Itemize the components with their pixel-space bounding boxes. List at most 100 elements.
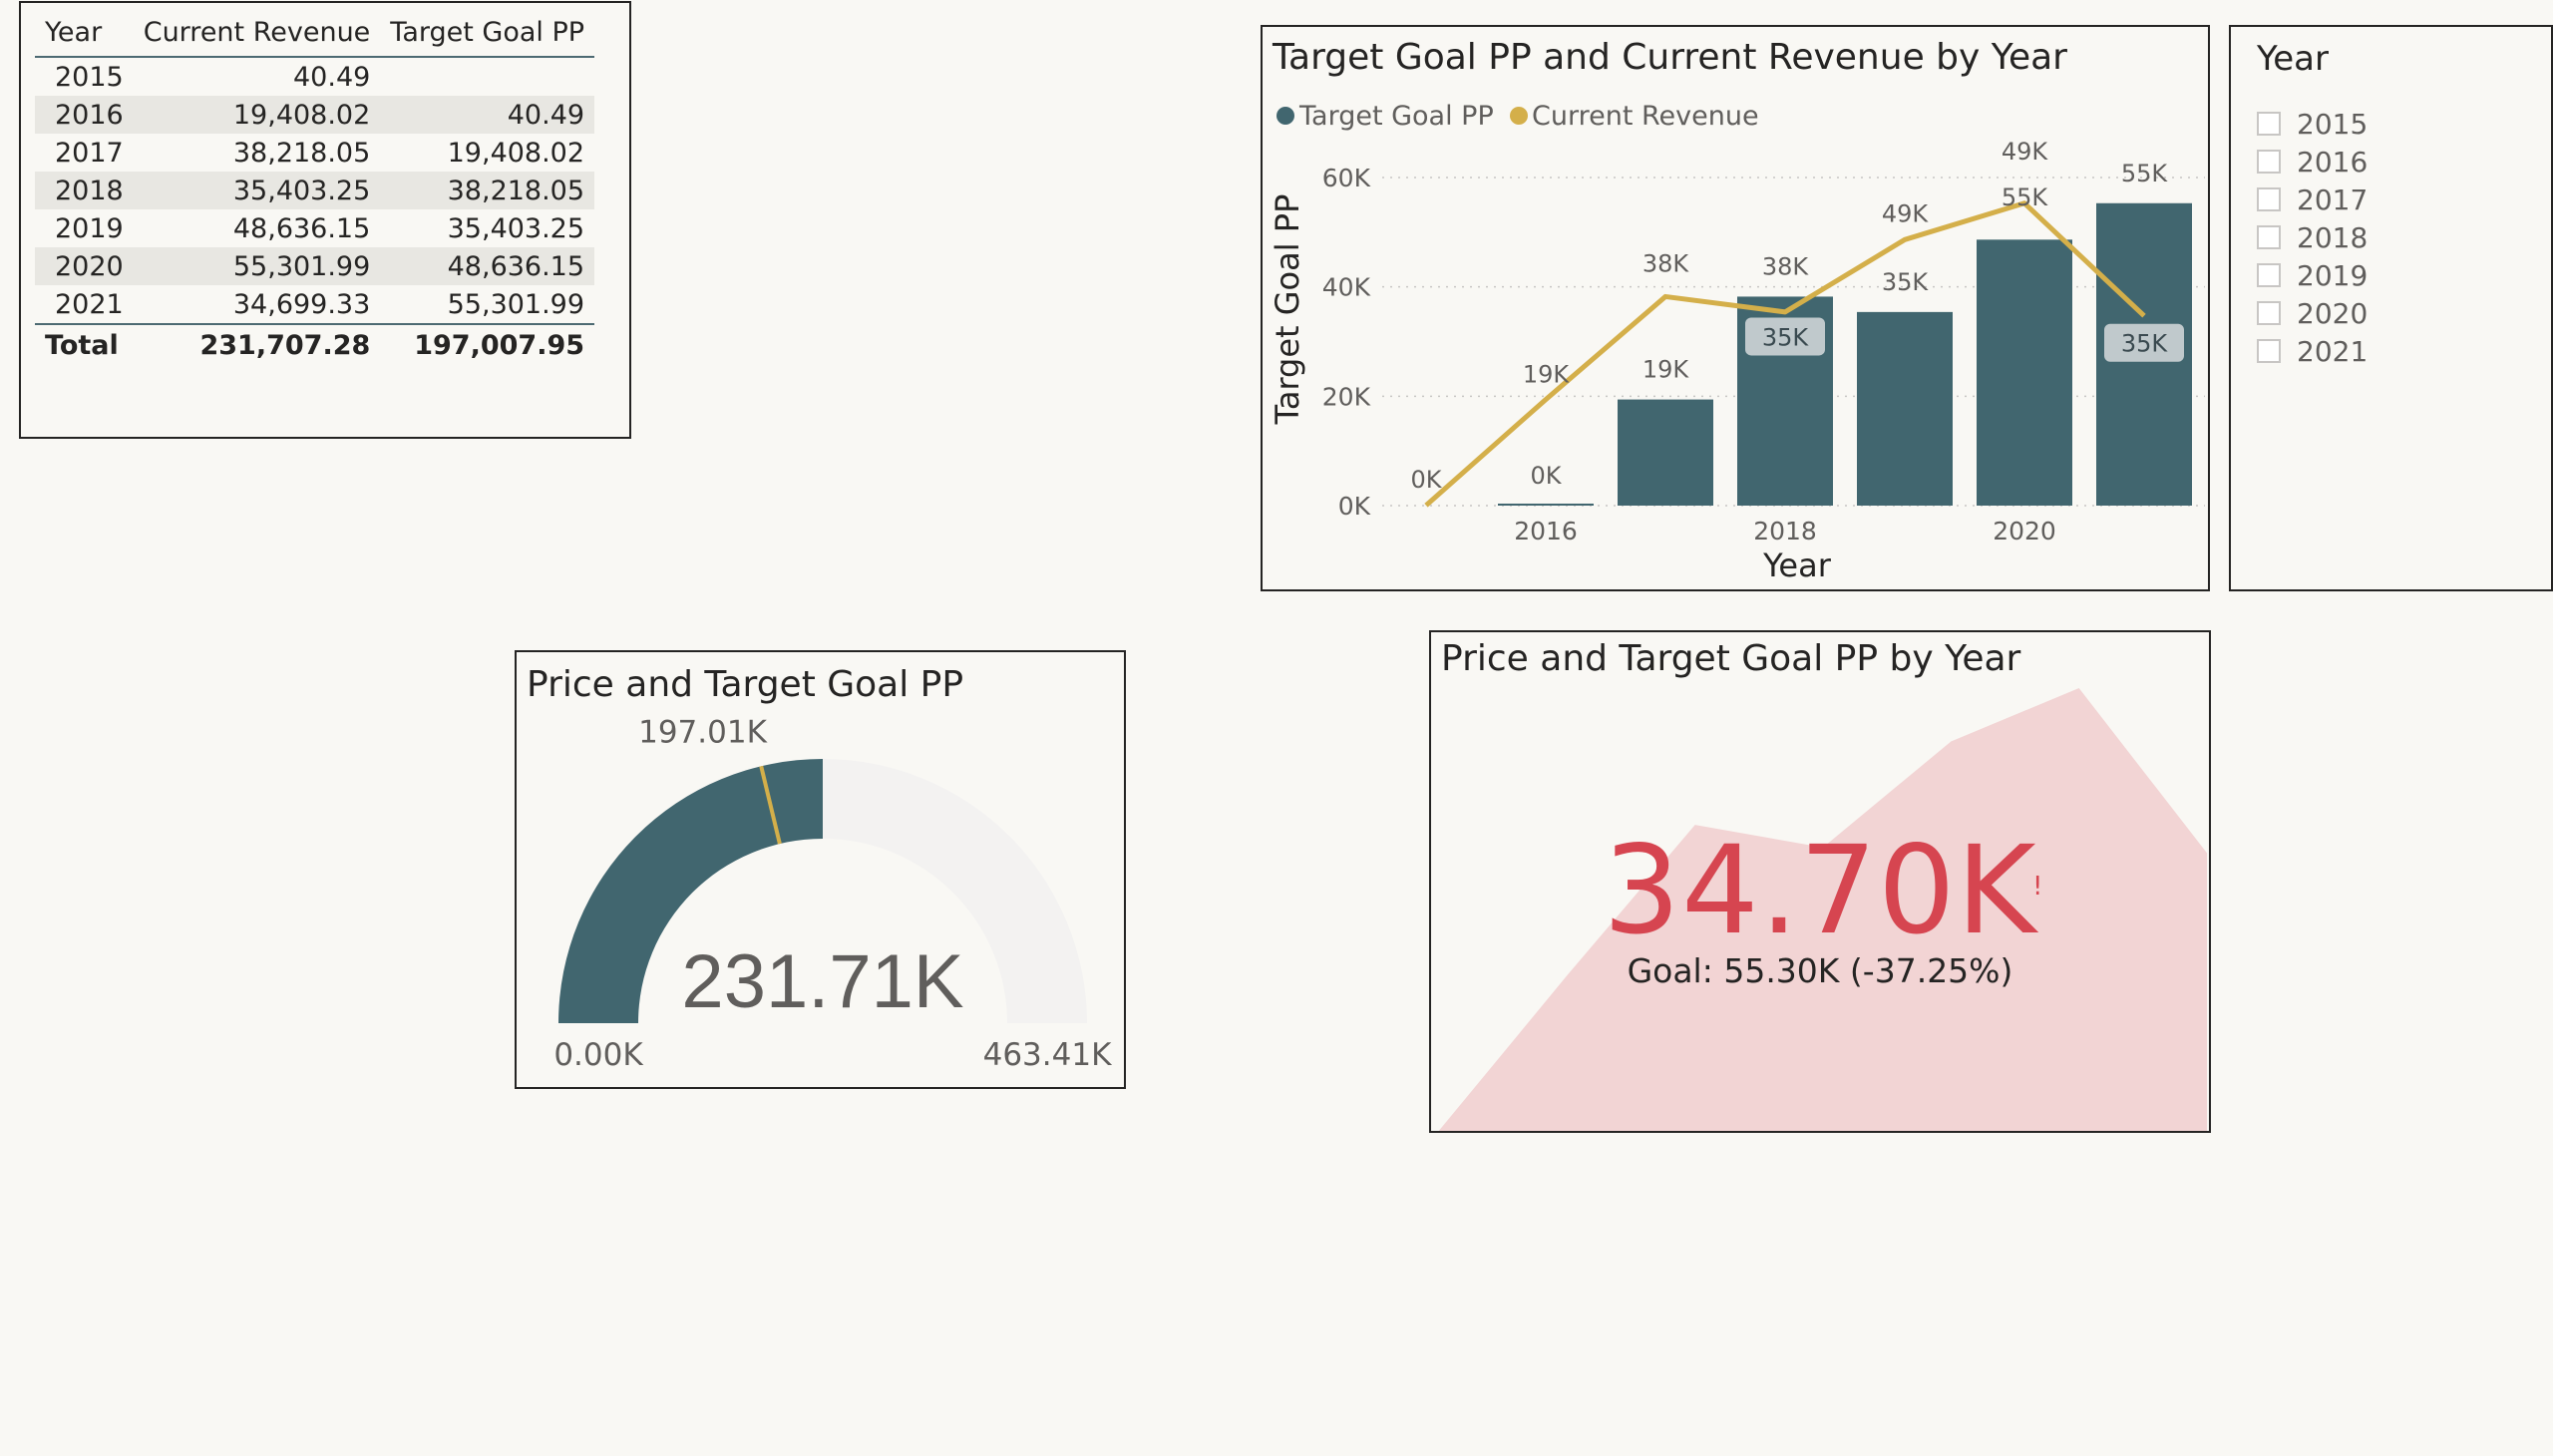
line-data-label: 49K bbox=[1882, 199, 1930, 227]
line-data-label: 38K bbox=[1642, 249, 1690, 277]
checkbox-icon[interactable] bbox=[2257, 187, 2281, 211]
gauge-title: Price and Target Goal PP bbox=[527, 664, 963, 705]
x-tick-label: 2018 bbox=[1753, 517, 1817, 546]
bar-2020[interactable] bbox=[1977, 239, 2072, 507]
table-cell: 2021 bbox=[55, 288, 124, 320]
table-cell: 35,403.25 bbox=[447, 212, 585, 244]
slicer-item-2017[interactable]: 2017 bbox=[2257, 182, 2368, 216]
table-cell: 2015 bbox=[55, 61, 124, 93]
table-row[interactable]: 2018 35,403.25 38,218.05 bbox=[35, 172, 595, 209]
table-cell: 40.49 bbox=[293, 61, 371, 93]
bar-data-label: 0K bbox=[1530, 462, 1562, 490]
x-tick-label: 2016 bbox=[1514, 517, 1578, 546]
slicer-item-2018[interactable]: 2018 bbox=[2257, 220, 2368, 254]
bar-data-label: 19K bbox=[1642, 356, 1690, 384]
table-cell: 48,636.15 bbox=[380, 247, 595, 285]
revenue-table: Year Current Revenue Target Goal PP 2015… bbox=[35, 11, 595, 364]
bar-data-label: 38K bbox=[1762, 252, 1810, 280]
table-cell: 55,301.99 bbox=[133, 247, 381, 285]
slicer-title: Year bbox=[2257, 39, 2329, 79]
slicer-item-label: 2021 bbox=[2297, 334, 2369, 368]
bar-2017[interactable] bbox=[1618, 399, 1713, 506]
gauge-max-label: 463.41K bbox=[983, 1037, 1112, 1073]
checkbox-icon[interactable] bbox=[2257, 263, 2281, 287]
kpi-title: Price and Target Goal PP by Year bbox=[1441, 638, 2021, 679]
slicer-item-label: 2020 bbox=[2297, 296, 2369, 330]
bar-data-label: 55K bbox=[2121, 160, 2169, 187]
kpi-visual: Price and Target Goal PP by Year 34.70K … bbox=[1429, 630, 2211, 1133]
gauge-target-label: 197.01K bbox=[638, 715, 767, 751]
combo-chart: Target Goal PP and Current Revenue by Ye… bbox=[1269, 37, 2205, 584]
slicer-item-2015[interactable]: 2015 bbox=[2257, 107, 2368, 141]
slicer-item-label: 2016 bbox=[2297, 145, 2369, 179]
slicer-item-2021[interactable]: 2021 bbox=[2257, 334, 2368, 368]
slicer-item-2019[interactable]: 2019 bbox=[2257, 258, 2368, 292]
table-header-row: Year Current Revenue Target Goal PP bbox=[35, 11, 595, 58]
checkbox-icon[interactable] bbox=[2257, 225, 2281, 249]
table-cell: 38,218.05 bbox=[232, 137, 371, 169]
table-cell: 38,218.05 bbox=[380, 172, 595, 209]
kpi-value: 34.70K bbox=[1603, 820, 2037, 961]
table-row[interactable]: 2016 19,408.02 40.49 bbox=[35, 96, 595, 134]
table-cell: 19,408.02 bbox=[447, 137, 585, 169]
kpi-warning-indicator: ! bbox=[2032, 872, 2043, 902]
table-row[interactable]: 2019 48,636.15 35,403.25 bbox=[35, 209, 594, 247]
table-cell: 35,403.25 bbox=[133, 172, 381, 209]
table-total-cell: 197,007.95 bbox=[380, 323, 595, 364]
year-slicer: Year 2015 2016 2017 2018 2019 2020 2021 bbox=[2229, 25, 2553, 591]
checkbox-icon[interactable] bbox=[2257, 339, 2281, 363]
slicer-item-label: 2015 bbox=[2297, 107, 2369, 141]
combo-chart-visual: Target Goal PP and Current Revenue by Ye… bbox=[1261, 25, 2210, 591]
gauge-min-label: 0.00K bbox=[553, 1037, 643, 1073]
y-tick-label: 40K bbox=[1322, 273, 1371, 302]
line-data-label: 19K bbox=[1523, 361, 1571, 389]
line-data-label: 55K bbox=[2002, 183, 2049, 211]
bar-data-label: 49K bbox=[2002, 138, 2049, 166]
column-header-year[interactable]: Year bbox=[35, 11, 134, 58]
table-row[interactable]: 2015 40.49 bbox=[35, 57, 594, 96]
y-tick-label: 20K bbox=[1322, 382, 1371, 411]
column-header-current-revenue[interactable]: Current Revenue bbox=[133, 11, 381, 58]
table-row[interactable]: 2017 38,218.05 19,408.02 bbox=[35, 134, 594, 172]
table-cell: 34,699.33 bbox=[232, 288, 371, 320]
table-cell bbox=[380, 57, 594, 96]
checkbox-icon[interactable] bbox=[2257, 112, 2281, 136]
y-axis-title: Target Goal PP bbox=[1269, 194, 1306, 426]
line-data-label-box: 35K bbox=[1745, 317, 1825, 356]
legend-marker-current-revenue bbox=[1510, 107, 1528, 125]
line-data-label: 35K bbox=[1762, 323, 1810, 351]
legend-label-current-revenue[interactable]: Current Revenue bbox=[1532, 101, 1759, 132]
slicer-item-2020[interactable]: 2020 bbox=[2257, 296, 2368, 330]
slicer-item-label: 2017 bbox=[2297, 182, 2369, 216]
table-cell: 55,301.99 bbox=[447, 288, 585, 320]
slicer-item-label: 2018 bbox=[2297, 220, 2369, 254]
gauge-visual: Price and Target Goal PP 197.01K 231.71K… bbox=[515, 650, 1126, 1089]
table-row[interactable]: 2021 34,699.33 55,301.99 bbox=[35, 285, 594, 324]
revenue-table-visual: Year Current Revenue Target Goal PP 2015… bbox=[19, 1, 631, 439]
table-total-cell: 231,707.28 bbox=[133, 323, 381, 364]
checkbox-icon[interactable] bbox=[2257, 150, 2281, 174]
table-total-cell: Total bbox=[35, 323, 134, 364]
slicer-item-2016[interactable]: 2016 bbox=[2257, 145, 2368, 179]
line-data-label-box: 35K bbox=[2104, 323, 2184, 362]
bar-data-label: 35K bbox=[1882, 268, 1930, 296]
bar-2019[interactable] bbox=[1857, 311, 1953, 506]
legend-marker-target-goal-pp bbox=[1276, 107, 1294, 125]
y-tick-label: 60K bbox=[1322, 164, 1371, 192]
bar-2016[interactable] bbox=[1498, 504, 1594, 506]
column-header-target-goal-pp[interactable]: Target Goal PP bbox=[380, 11, 595, 58]
gauge-chart: Price and Target Goal PP 197.01K 231.71K… bbox=[527, 664, 1112, 1073]
line-data-label: 0K bbox=[1410, 466, 1442, 494]
table-row[interactable]: 2020 55,301.99 48,636.15 bbox=[35, 247, 595, 285]
table-cell: 2018 bbox=[35, 172, 134, 209]
legend-label-target-goal-pp[interactable]: Target Goal PP bbox=[1298, 101, 1494, 132]
table-cell: 2017 bbox=[55, 137, 124, 169]
table-cell: 48,636.15 bbox=[232, 212, 371, 244]
table-cell: 40.49 bbox=[380, 96, 595, 134]
slicer-item-label: 2019 bbox=[2297, 258, 2369, 292]
gauge-value-label: 231.71K bbox=[681, 939, 963, 1024]
x-tick-label: 2020 bbox=[1993, 517, 2056, 546]
table-cell: 19,408.02 bbox=[133, 96, 381, 134]
checkbox-icon[interactable] bbox=[2257, 301, 2281, 325]
y-tick-label: 0K bbox=[1338, 492, 1371, 521]
